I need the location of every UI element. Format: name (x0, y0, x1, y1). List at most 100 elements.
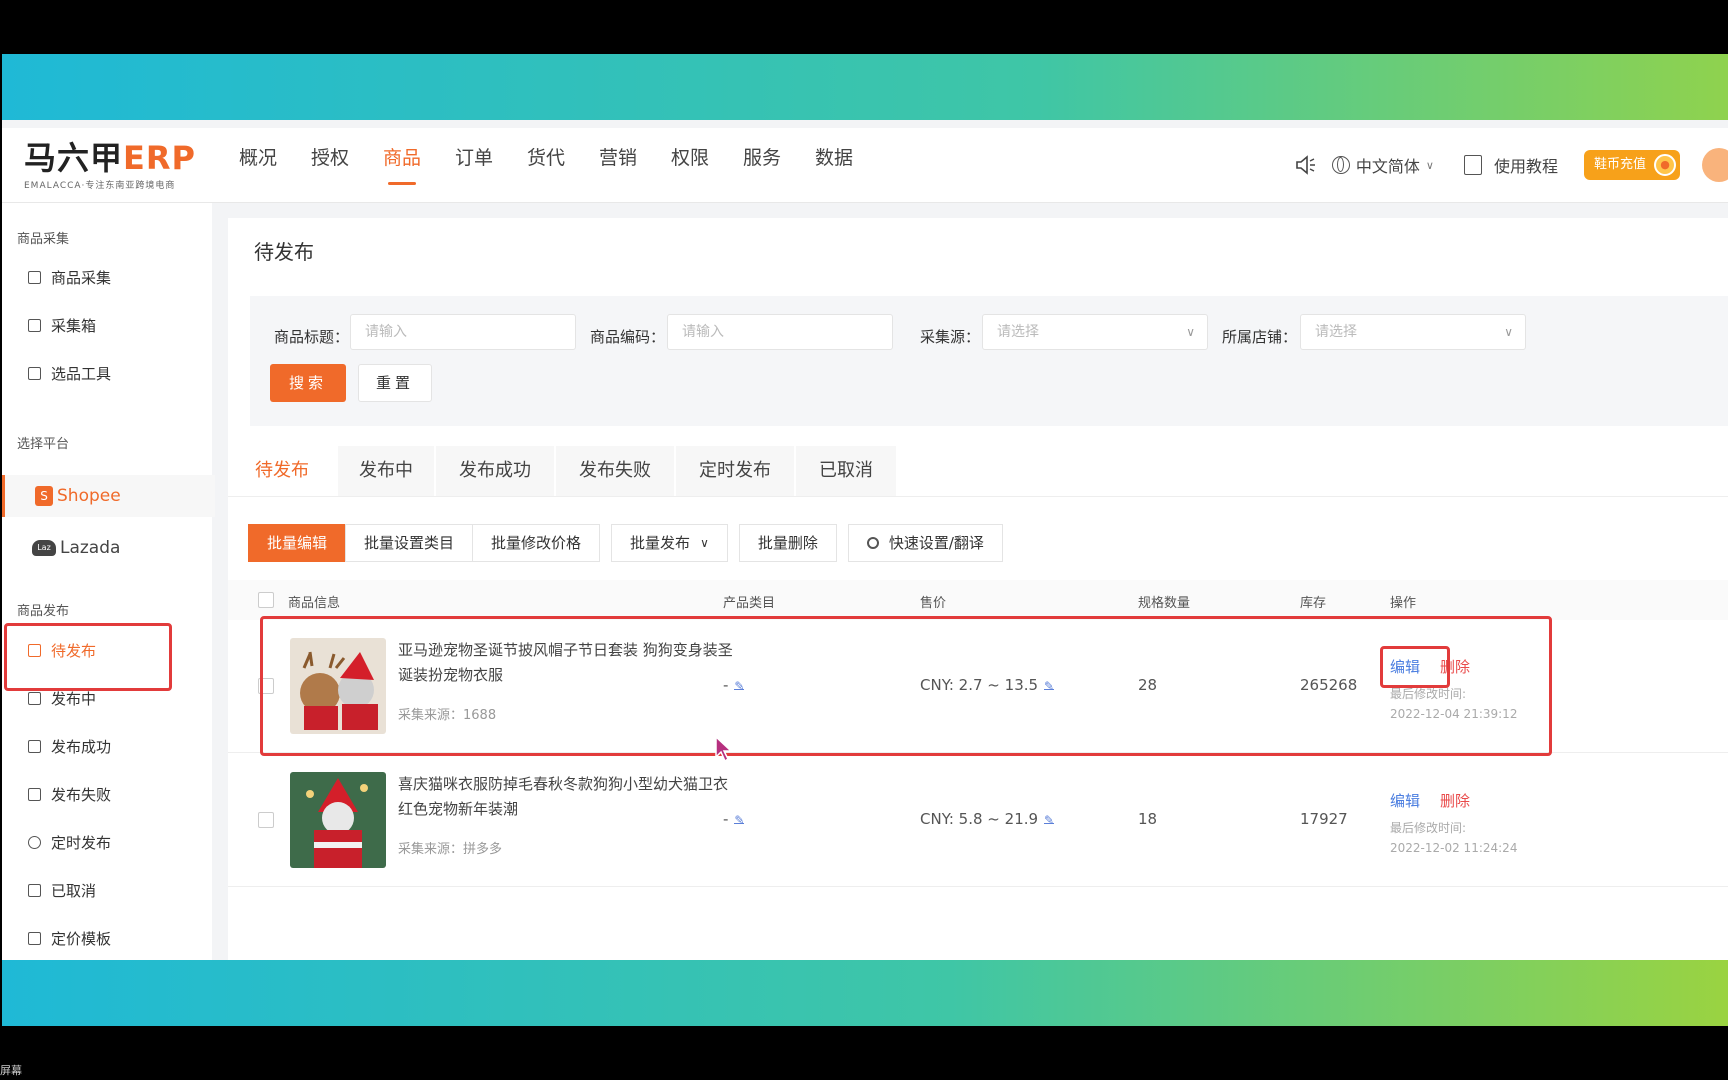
nav-item-products[interactable]: 商品 (366, 128, 438, 202)
edit-pencil-icon[interactable]: ✎ (734, 813, 744, 827)
reset-button[interactable]: 重置 (358, 364, 432, 402)
table-header: 商品信息 产品类目 售价 规格数量 库存 操作 (228, 580, 1728, 620)
document-icon (28, 788, 41, 801)
tab-scheduled[interactable]: 定时发布 (676, 446, 795, 496)
language-label: 中文简体 (1355, 157, 1420, 176)
title-label: 商品标题： (274, 328, 350, 346)
modified-info: 最后修改时间: 2022-12-02 11:24:24 (1390, 818, 1517, 858)
nav-item-permissions[interactable]: 权限 (654, 128, 726, 202)
tab-pending[interactable]: 待发布 (228, 446, 337, 496)
logo-accent-text: ERP (123, 139, 196, 177)
product-title[interactable]: 喜庆猫咪衣服防掉毛春秋冬款狗狗小型幼犬猫卫衣红色宠物新年装潮 (398, 772, 738, 822)
edit-link[interactable]: 编辑 (1390, 790, 1420, 811)
spec-count-cell: 18 (1138, 810, 1158, 828)
tab-cancelled[interactable]: 已取消 (796, 446, 897, 496)
batch-delete-button[interactable]: 批量删除 (738, 524, 837, 562)
tutorial-link[interactable]: 使用教程 (1463, 153, 1558, 177)
page-title: 待发布 (254, 240, 314, 264)
sidebar-item-cancelled[interactable]: 已取消 (28, 880, 96, 901)
batch-price-button[interactable]: 批量修改价格 (472, 524, 601, 562)
quick-settings-button[interactable]: 快速设置/翻译 (847, 524, 1003, 562)
product-source: 采集来源：拼多多 (398, 842, 503, 857)
category-cell: - ✎ (723, 810, 744, 828)
speaker-icon[interactable] (1294, 153, 1318, 177)
price-value: CNY: 5.8 ~ 21.9 (920, 810, 1039, 828)
select-all-checkbox[interactable] (258, 592, 274, 608)
tab-publishing[interactable]: 发布中 (338, 446, 435, 496)
sidebar: 商品采集 商品采集 采集箱 选品工具 选择平台 S Shopee Laz Lazad… (2, 203, 215, 960)
sidebar-group-publish: 商品发布 (17, 604, 70, 619)
source-select[interactable]: 请选择 ∨ (982, 314, 1208, 350)
sidebar-item-publishing[interactable]: 发布中 (28, 688, 96, 709)
sidebar-item-label: 发布失败 (51, 786, 112, 804)
logo-text: 马六甲ERP (24, 138, 204, 178)
batch-publish-dropdown[interactable]: 批量发布 ∨ (611, 524, 728, 562)
screen-frame: 马六甲ERP EMALACCA·专注东南亚跨境电商 概况 授权 商品 订单 货代… (0, 0, 1728, 1080)
nav-item-authorization[interactable]: 授权 (294, 128, 366, 202)
sidebar-item-failed[interactable]: 发布失败 (28, 784, 111, 805)
code-input[interactable]: 请输入 (667, 314, 893, 350)
chevron-down-icon: ∨ (1504, 325, 1513, 339)
nav-item-overview[interactable]: 概况 (222, 128, 294, 202)
top-right-tools: 中文简体 ∨ 使用教程 鞋币充值 ● (1294, 128, 1728, 202)
product-thumbnail[interactable] (290, 772, 386, 868)
brand-logo[interactable]: 马六甲ERP EMALACCA·专注东南亚跨境电商 (24, 138, 204, 194)
platform-label: Lazada (60, 538, 121, 558)
document-icon (28, 692, 41, 705)
title-input[interactable]: 请输入 (350, 314, 576, 350)
source-label: 采集源： (920, 328, 981, 346)
shop-select[interactable]: 请选择 ∨ (1300, 314, 1526, 350)
platform-shopee[interactable]: S Shopee (2, 475, 215, 517)
inbox-icon (28, 319, 41, 332)
sidebar-group-collect: 商品采集 (17, 232, 70, 247)
platform-label: Shopee (57, 486, 121, 506)
chevron-down-icon: ∨ (1425, 158, 1434, 172)
book-icon (1463, 155, 1482, 175)
nav-item-data[interactable]: 数据 (798, 128, 870, 202)
chevron-down-icon: ∨ (700, 536, 709, 550)
globe-icon (1331, 156, 1350, 174)
delete-link[interactable]: 删除 (1440, 790, 1470, 811)
recharge-button[interactable]: 鞋币充值 ● (1584, 150, 1680, 180)
nav-item-services[interactable]: 服务 (726, 128, 798, 202)
sidebar-item-label: 商品采集 (51, 269, 112, 287)
sidebar-item-collect-box[interactable]: 采集箱 (28, 315, 96, 336)
sidebar-group-platform: 选择平台 (17, 437, 70, 452)
batch-category-button[interactable]: 批量设置类目 (345, 524, 474, 562)
table-row: 喜庆猫咪衣服防掉毛春秋冬款狗狗小型幼犬猫卫衣红色宠物新年装潮 采集来源：拼多多 … (228, 754, 1728, 887)
header-spec-count: 规格数量 (1138, 596, 1191, 611)
header-product-info: 商品信息 (288, 596, 341, 611)
platform-lazada[interactable]: Laz Lazada (2, 527, 212, 569)
sidebar-item-label: 发布成功 (51, 738, 112, 756)
sidebar-item-product-collect[interactable]: 商品采集 (28, 267, 111, 288)
header-price: 售价 (920, 596, 947, 611)
tab-failed[interactable]: 发布失败 (556, 446, 675, 496)
tool-icon (28, 367, 41, 380)
sidebar-item-published[interactable]: 发布成功 (28, 736, 111, 757)
avatar[interactable] (1702, 148, 1728, 182)
nav-item-forwarding[interactable]: 货代 (510, 128, 582, 202)
document-icon (28, 932, 41, 945)
shopee-icon: S (35, 486, 53, 506)
sidebar-item-scheduled[interactable]: 定时发布 (28, 832, 111, 853)
modified-time: 2022-12-02 11:24:24 (1390, 841, 1518, 855)
nav-item-marketing[interactable]: 营销 (582, 128, 654, 202)
shop-label: 所属店铺： (1222, 328, 1298, 346)
sidebar-item-pricing-template[interactable]: 定价模板 (28, 928, 111, 949)
sidebar-item-label: 选品工具 (51, 365, 112, 383)
screen-caption: 屏幕 (0, 1064, 22, 1077)
row-checkbox[interactable] (258, 812, 274, 828)
gear-icon (866, 537, 879, 549)
batch-toolbar: 批量编辑 批量设置类目 批量修改价格 批量发布 ∨ 批量删除 快速设置/翻译 (248, 524, 1003, 562)
nav-item-orders[interactable]: 订单 (438, 128, 510, 202)
batch-publish-label: 批量发布 (630, 534, 691, 552)
sidebar-item-selection-tool[interactable]: 选品工具 (28, 363, 111, 384)
language-selector[interactable]: 中文简体 ∨ (1331, 153, 1434, 177)
logo-main-text: 马六甲 (24, 139, 124, 177)
tab-published[interactable]: 发布成功 (436, 446, 555, 496)
price-cell: CNY: 5.8 ~ 21.9 ✎ (920, 810, 1054, 828)
search-button[interactable]: 搜索 (270, 364, 346, 402)
edit-pencil-icon[interactable]: ✎ (1044, 813, 1054, 827)
batch-edit-button[interactable]: 批量编辑 (248, 524, 347, 562)
highlight-box-edit (1380, 646, 1450, 688)
